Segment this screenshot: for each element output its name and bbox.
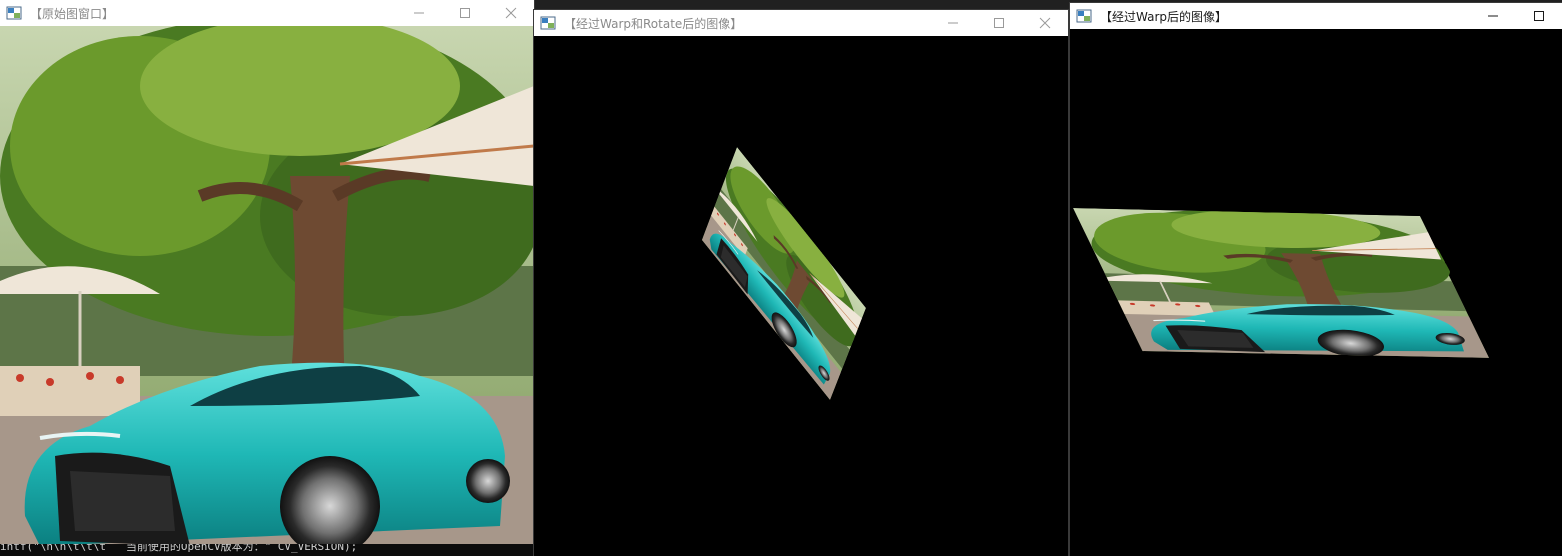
warp-rotate-window[interactable]: 【经过Warp和Rotate后的图像】 [534,10,1068,556]
opencv-window-icon [6,6,22,20]
image-canvas[interactable] [534,36,1068,556]
maximize-button[interactable] [976,10,1022,36]
image-canvas[interactable] [0,26,534,556]
maximize-icon [994,18,1004,28]
maximize-button[interactable] [1516,3,1562,29]
titlebar[interactable]: 【经过Warp后的图像】 [1070,3,1562,29]
console-strip: intf("\n\n\t\t\t 当前使用的OpenCV版本为：" CV_VER… [0,544,534,556]
warp-image [1070,29,1562,556]
minimize-button[interactable] [1470,3,1516,29]
window-title: 【经过Warp和Rotate后的图像】 [564,16,743,31]
warp-window[interactable]: 【经过Warp后的图像】 [1070,3,1562,556]
close-icon [505,7,517,19]
titlebar[interactable]: 【经过Warp和Rotate后的图像】 [534,10,1068,36]
original-image-window[interactable]: 【原始图窗口】 intf("\n\n\t\t\t 当前使用的OpenCV版本为：… [0,0,534,556]
maximize-button[interactable] [442,0,488,26]
minimize-button[interactable] [930,10,976,36]
maximize-icon [460,8,470,18]
minimize-icon [1488,15,1498,17]
image-canvas[interactable] [1070,29,1562,556]
warp-rotate-image [534,36,1068,556]
minimize-icon [414,12,424,14]
console-line: intf("\n\n\t\t\t 当前使用的OpenCV版本为：" CV_VER… [0,544,358,553]
opencv-window-icon [540,16,556,30]
minimize-icon [948,22,958,24]
original-image [0,26,534,556]
desktop: 【原始图窗口】 intf("\n\n\t\t\t 当前使用的OpenCV版本为：… [0,0,1562,556]
minimize-button[interactable] [396,0,442,26]
close-button[interactable] [488,0,534,26]
close-button[interactable] [1022,10,1068,36]
window-title: 【经过Warp后的图像】 [1100,9,1228,24]
titlebar[interactable]: 【原始图窗口】 [0,0,534,26]
opencv-window-icon [1076,9,1092,23]
maximize-icon [1534,11,1544,21]
close-icon [1039,17,1051,29]
window-title: 【原始图窗口】 [30,6,115,21]
